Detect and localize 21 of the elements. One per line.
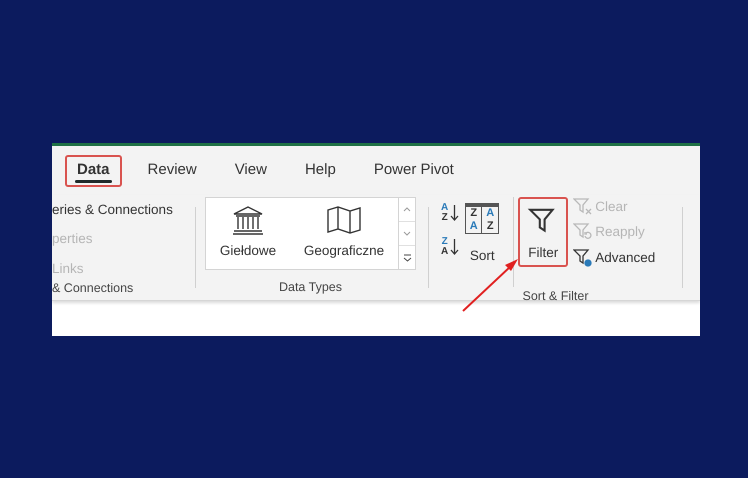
ribbon-tab[interactable]: Help [292,154,348,186]
sort-dialog-icon: Z A A Z [465,203,500,234]
filter-button[interactable]: Filter [518,197,568,267]
chevron-down-icon [403,231,411,236]
ribbon-tab[interactable]: View [222,154,279,186]
folded-map-icon [326,205,362,236]
data-type-button[interactable]: Geograficzne [304,205,384,262]
ribbon-tab[interactable]: Data [65,154,122,186]
group-caption: & Connections [52,280,134,297]
chevron-up-icon [403,207,411,212]
group-caption: Data Types [278,279,342,296]
sort-button[interactable]: Z A A Z Sort [465,203,500,266]
group-caption: Sort & Filter [522,288,588,305]
ribbon-command[interactable]: eries & Connections [52,200,195,220]
data-type-button[interactable]: Giełdowe [220,205,276,262]
ribbon-tab[interactable]: Power Pivot [362,154,466,186]
selected-tab-underline [75,180,112,182]
ribbon-tab[interactable]: Review [136,154,209,186]
filter-action[interactable]: Advanced [573,248,656,268]
bank-building-icon [230,205,265,236]
expand-more-icon [402,254,412,262]
